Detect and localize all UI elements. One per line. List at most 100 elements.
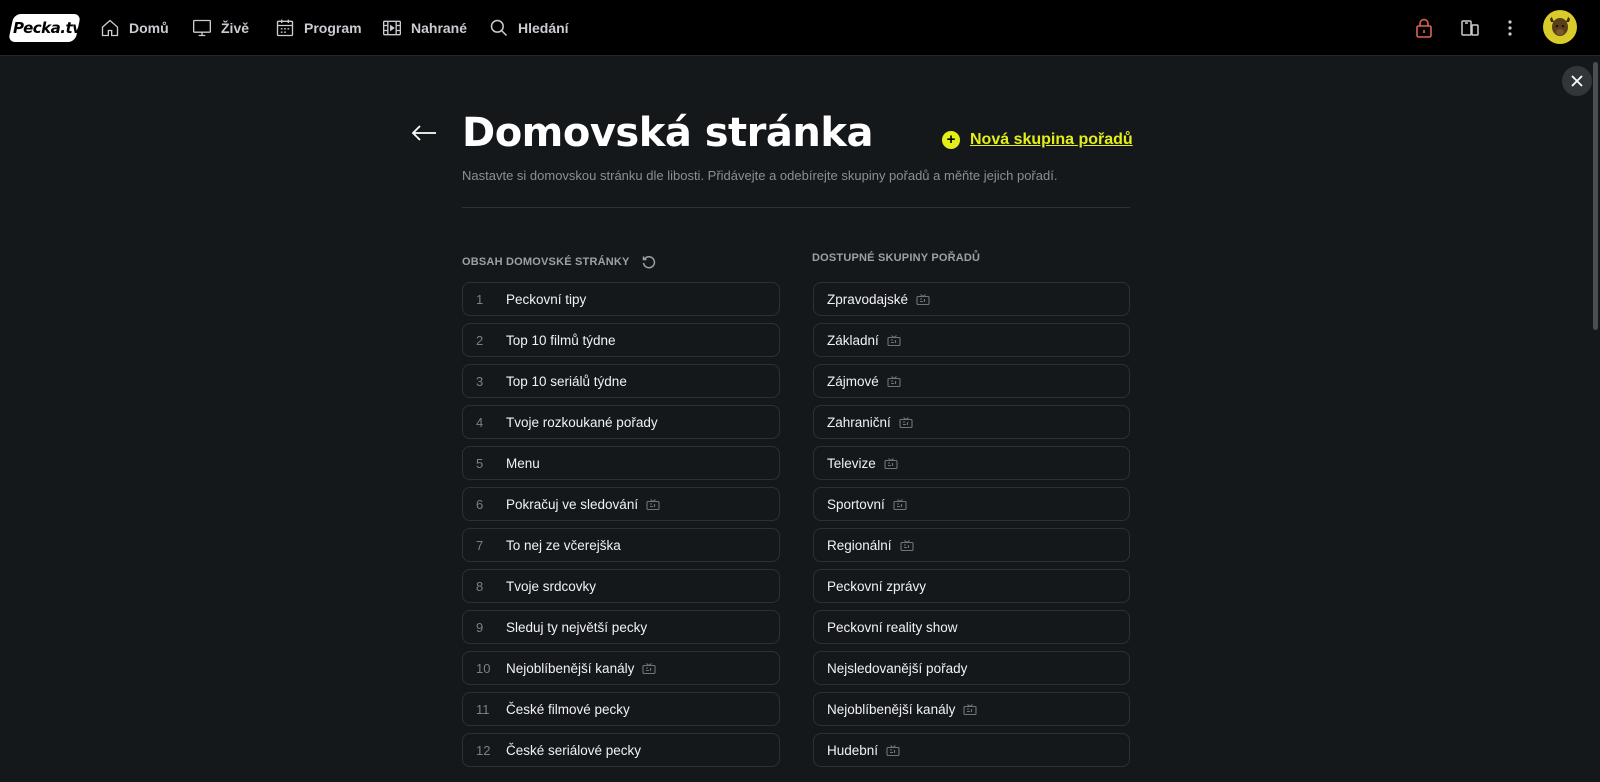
item-label: Top 10 filmů týdne xyxy=(506,332,616,348)
nav-item-live[interactable]: Živě xyxy=(192,14,249,42)
available-group-item[interactable]: Zpravodajské xyxy=(813,282,1130,316)
item-position: 7 xyxy=(476,537,484,553)
new-group-label: Nová skupina pořadů xyxy=(970,131,1133,148)
home-content-item[interactable]: 9 Sleduj ty největší pecky xyxy=(462,610,780,644)
home-content-item[interactable]: 12 České seriálové pecky xyxy=(462,733,780,767)
item-label: Sleduj ty největší pecky xyxy=(506,619,648,635)
item-label: Televize xyxy=(827,455,876,471)
devices-icon xyxy=(1461,20,1479,36)
available-group-item[interactable]: Peckovní zprávy xyxy=(813,569,1130,603)
available-group-item[interactable]: Regionální xyxy=(813,528,1130,562)
item-position: 5 xyxy=(476,455,484,471)
home-content-item[interactable]: 10 Nejoblíbenější kanály xyxy=(462,651,780,685)
available-group-item[interactable]: Hudební xyxy=(813,733,1130,767)
item-label: Peckovní tipy xyxy=(506,291,587,307)
home-content-item[interactable]: 8 Tvoje srdcovky xyxy=(462,569,780,603)
user-avatar[interactable] xyxy=(1543,10,1577,44)
home-content-item[interactable]: 1 Peckovní tipy xyxy=(462,282,780,316)
item-label: Top 10 seriálů týdne xyxy=(506,373,627,389)
nav-item-search[interactable]: Hledání xyxy=(489,14,569,42)
item-position: 12 xyxy=(476,742,491,758)
home-content-item[interactable]: 3 Top 10 seriálů týdne xyxy=(462,364,780,398)
home-content-item[interactable]: 2 Top 10 filmů týdne xyxy=(462,323,780,357)
home-content-item[interactable]: 4 Tvoje rozkoukané pořady xyxy=(462,405,780,439)
item-label: Menu xyxy=(506,455,540,471)
page-title: Domovská stránka xyxy=(462,110,873,156)
devices-button[interactable] xyxy=(1458,16,1482,40)
home-content-heading: OBSAH DOMOVSKÉ STRÁNKY xyxy=(462,255,656,269)
available-groups-heading-text: DOSTUPNÉ SKUPINY POŘADŮ xyxy=(812,252,981,264)
tv-icon xyxy=(893,498,907,510)
available-groups-list: Zpravodajské Základní Zájmové Zahraniční Tel… xyxy=(813,282,1130,774)
top-navigation-bar: Pecka.tv Domů Živě Program Nahrané Hledá… xyxy=(0,0,1600,56)
nav-label-recorded: Nahrané xyxy=(411,20,468,36)
available-group-item[interactable]: Sportovní xyxy=(813,487,1130,521)
item-position: 8 xyxy=(476,578,484,594)
pecka-logo[interactable]: Pecka.tv xyxy=(8,14,81,42)
page-scrollbar[interactable] xyxy=(1593,62,1598,330)
tv-icon xyxy=(884,457,898,469)
item-position: 10 xyxy=(476,660,491,676)
item-label: Sportovní xyxy=(827,496,885,512)
home-content-item[interactable]: 6 Pokračuj ve sledování xyxy=(462,487,780,521)
plus-circle-icon: + xyxy=(942,131,960,149)
item-label: Hudební xyxy=(827,742,879,758)
more-options-button[interactable] xyxy=(1498,16,1522,40)
item-position: 11 xyxy=(476,701,490,717)
close-icon xyxy=(1571,75,1583,87)
search-icon xyxy=(490,19,508,37)
item-label: To nej ze včerejška xyxy=(506,537,621,553)
item-label: Zpravodajské xyxy=(827,291,909,307)
close-button[interactable] xyxy=(1562,66,1592,96)
item-label: Nejoblíbenější kanály xyxy=(827,701,956,717)
item-position: 2 xyxy=(476,332,484,348)
item-label: Peckovní zprávy xyxy=(827,578,927,594)
available-group-item[interactable]: Zájmové xyxy=(813,364,1130,398)
item-label: České seriálové pecky xyxy=(506,742,642,758)
nav-label-program: Program xyxy=(304,20,362,36)
header-divider xyxy=(462,207,1130,208)
available-group-item[interactable]: Nejoblíbenější kanály xyxy=(813,692,1130,726)
back-button[interactable] xyxy=(409,120,439,146)
tv-icon xyxy=(642,662,656,674)
nav-label-search: Hledání xyxy=(518,20,569,36)
home-content-heading-text: OBSAH DOMOVSKÉ STRÁNKY xyxy=(462,256,630,268)
nav-item-program[interactable]: Program xyxy=(275,14,362,42)
item-label: Pokračuj ve sledování xyxy=(506,496,639,512)
more-vertical-icon xyxy=(1508,20,1512,36)
item-position: 6 xyxy=(476,496,484,512)
tv-icon xyxy=(899,539,914,551)
available-group-item[interactable]: Televize xyxy=(813,446,1130,480)
item-label: Základní xyxy=(827,332,879,348)
available-groups-heading: DOSTUPNÉ SKUPINY POŘADŮ xyxy=(812,252,980,264)
available-group-item[interactable]: Zahraniční xyxy=(813,405,1130,439)
item-label: Peckovní reality show xyxy=(827,619,958,635)
tv-icon xyxy=(887,334,901,346)
tv-icon xyxy=(646,498,660,510)
new-group-button[interactable]: + Nová skupina pořadů xyxy=(942,131,1133,149)
tv-icon xyxy=(887,375,901,387)
home-content-item[interactable]: 7 To nej ze včerejška xyxy=(462,528,780,562)
monitor-icon xyxy=(193,19,211,37)
item-label: Regionální xyxy=(827,537,892,553)
parental-lock-button[interactable] xyxy=(1412,16,1436,40)
home-content-list: 1 Peckovní tipy 2 Top 10 filmů týdne 3 Top 10… xyxy=(462,282,780,774)
item-label: Nejoblíbenější kanály xyxy=(506,660,635,676)
calendar-icon xyxy=(276,19,294,37)
home-icon xyxy=(101,19,119,37)
available-group-item[interactable]: Základní xyxy=(813,323,1130,357)
available-group-item[interactable]: Nejsledovanější pořady xyxy=(813,651,1130,685)
page-subtitle: Nastavte si domovskou stránku dle libost… xyxy=(462,168,1058,183)
item-label: Zahraniční xyxy=(827,414,891,430)
home-content-item[interactable]: 5 Menu xyxy=(462,446,780,480)
bison-icon xyxy=(1550,17,1570,36)
nav-item-home[interactable]: Domů xyxy=(100,14,169,42)
home-content-item[interactable]: 11 České filmové pecky xyxy=(462,692,780,726)
logo-text: Pecka.tv xyxy=(13,19,82,37)
tv-icon xyxy=(886,744,900,756)
reset-icon[interactable] xyxy=(642,255,656,269)
item-label: České filmové pecky xyxy=(506,701,630,717)
available-group-item[interactable]: Peckovní reality show xyxy=(813,610,1130,644)
item-label: Tvoje srdcovky xyxy=(506,578,597,594)
nav-item-recorded[interactable]: Nahrané xyxy=(382,14,467,42)
